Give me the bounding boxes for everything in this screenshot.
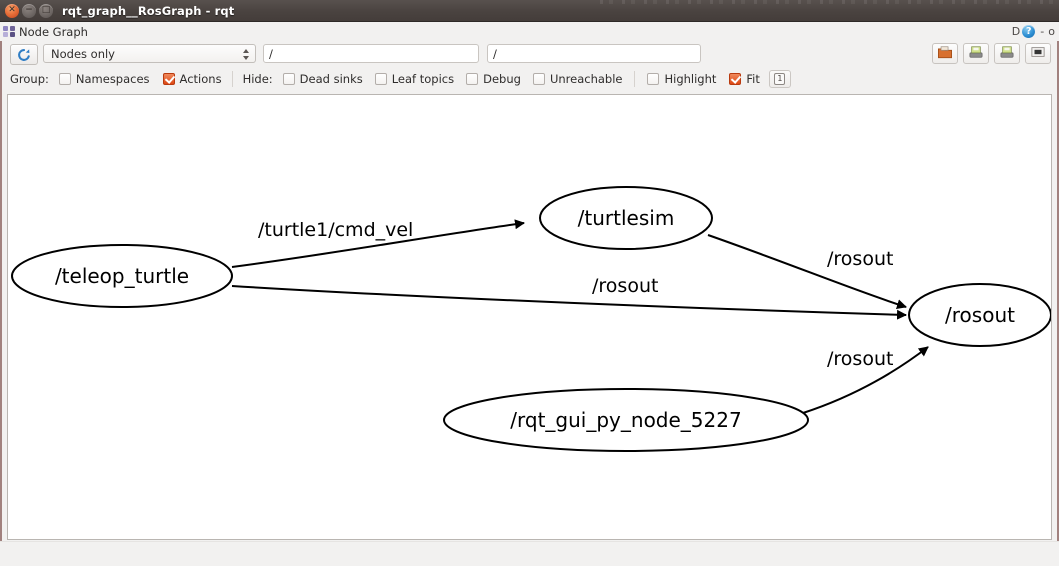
checkbox-fit[interactable]: Fit — [729, 72, 760, 86]
node-label-teleop-turtle: /teleop_turtle — [55, 264, 189, 288]
filter-include-input[interactable] — [263, 44, 479, 63]
node-graph-icon — [3, 26, 15, 37]
maximize-button[interactable]: □ — [39, 3, 53, 18]
edge-teleop-rosout — [231, 285, 907, 320]
checkbox-debug[interactable]: Debug — [466, 72, 521, 86]
edge-label-rosout-teleop: /rosout — [592, 275, 658, 297]
toolbar-icon-group — [932, 43, 1051, 64]
minimize-button[interactable]: − — [22, 3, 36, 18]
checkbox-unreachable-box[interactable] — [532, 73, 545, 85]
checkbox-namespaces[interactable]: Namespaces — [58, 72, 150, 86]
divider — [231, 71, 233, 87]
checkbox-leaf-topics-label: Leaf topics — [391, 72, 455, 86]
save-as-svg-button[interactable] — [963, 43, 989, 64]
window-title-bar: ✕ − □ rqt_graph__RosGraph - rqt — [0, 0, 1059, 22]
graph-svg: /turtle1/cmd_vel /rosout /rosout /rosout… — [11, 186, 1051, 452]
group-label: Group: — [10, 72, 49, 86]
hide-label: Hide: — [242, 72, 273, 86]
save-as-dot-button[interactable] — [932, 43, 958, 64]
save-as-image-icon — [999, 44, 1015, 63]
window-controls: ✕ − □ — [0, 3, 53, 18]
panel-title: Node Graph — [19, 24, 88, 39]
checkbox-debug-box[interactable] — [466, 73, 479, 85]
checkbox-highlight-box[interactable] — [647, 73, 660, 85]
checkbox-highlight-label: Highlight — [664, 72, 717, 86]
graph-edges — [231, 219, 929, 414]
divider — [634, 71, 636, 87]
window-title: rqt_graph__RosGraph - rqt — [62, 3, 235, 18]
graph-canvas[interactable]: /turtle1/cmd_vel /rosout /rosout /rosout… — [7, 94, 1052, 540]
dock-controls: D ? - o — [1012, 23, 1055, 39]
checkbox-actions-box[interactable] — [162, 73, 175, 85]
filter-exclude-input[interactable] — [487, 44, 701, 63]
checkbox-leaf-topics-box[interactable] — [374, 73, 387, 85]
node-rqt-gui-py-node[interactable]: /rqt_gui_py_node_5227 — [443, 388, 809, 452]
checkbox-dead-sinks-label: Dead sinks — [299, 72, 363, 86]
checkbox-unreachable[interactable]: Unreachable — [532, 72, 623, 86]
panel-header: Node Graph — [0, 22, 1059, 41]
fit-view-button[interactable] — [1025, 43, 1051, 64]
window-edge-left — [0, 22, 2, 566]
checkbox-dead-sinks-box[interactable] — [282, 73, 295, 85]
checkbox-fit-box[interactable] — [729, 73, 742, 85]
title-bar-artifact — [600, 0, 1059, 4]
dock-float-button[interactable]: D — [1012, 26, 1020, 37]
checkbox-leaf-topics[interactable]: Leaf topics — [374, 72, 455, 86]
graph-type-select[interactable]: Nodes only — [43, 44, 256, 63]
save-as-dot-icon — [937, 44, 953, 63]
close-button[interactable]: ✕ — [5, 3, 19, 18]
zoom-one-to-one-label: 1 — [774, 73, 786, 85]
save-as-svg-icon — [968, 44, 984, 63]
toolbar-primary: Nodes only — [0, 41, 1059, 66]
edge-label-rosout-turtlesim: /rosout — [827, 248, 893, 270]
save-as-image-button[interactable] — [994, 43, 1020, 64]
node-label-rosout: /rosout — [945, 303, 1015, 327]
toolbar-options: Group: Namespaces Actions Hide: Dead sin… — [0, 67, 1059, 91]
graph-type-value: Nodes only — [51, 46, 115, 61]
node-teleop-turtle[interactable]: /teleop_turtle — [11, 244, 233, 308]
checkbox-dead-sinks[interactable]: Dead sinks — [282, 72, 363, 86]
dock-minimize-button[interactable]: - — [1040, 26, 1044, 37]
checkbox-fit-label: Fit — [746, 72, 760, 86]
checkbox-highlight[interactable]: Highlight — [647, 72, 716, 86]
refresh-button[interactable] — [10, 44, 38, 65]
node-label-rqt-gui-py-node: /rqt_gui_py_node_5227 — [510, 408, 741, 432]
node-turtlesim[interactable]: /turtlesim — [539, 186, 713, 250]
zoom-one-to-one-button[interactable]: 1 — [768, 70, 791, 88]
checkbox-namespaces-box[interactable] — [58, 73, 71, 85]
window-bottom-strip — [0, 541, 1059, 566]
node-label-turtlesim: /turtlesim — [578, 206, 675, 230]
checkbox-unreachable-label: Unreachable — [549, 72, 623, 86]
chevron-updown-icon — [241, 47, 250, 62]
refresh-icon — [17, 48, 31, 62]
dock-close-button[interactable]: o — [1048, 26, 1055, 37]
checkbox-namespaces-label: Namespaces — [75, 72, 150, 86]
checkbox-actions[interactable]: Actions — [162, 72, 222, 86]
edge-turtlesim-rosout — [707, 234, 907, 310]
help-icon[interactable]: ? — [1022, 24, 1036, 38]
edge-label-rosout-rqtgui: /rosout — [827, 348, 893, 370]
node-rosout[interactable]: /rosout — [908, 283, 1051, 347]
checkbox-actions-label: Actions — [179, 72, 222, 86]
checkbox-debug-label: Debug — [483, 72, 521, 86]
edge-label-cmd-vel: /turtle1/cmd_vel — [258, 219, 413, 241]
graph-nodes: /teleop_turtle /turtlesim /rosout /rqt_g… — [11, 186, 1051, 452]
fit-view-icon — [1030, 44, 1046, 63]
rqt-graph-window: ✕ − □ rqt_graph__RosGraph - rqt Node Gra… — [0, 0, 1059, 566]
